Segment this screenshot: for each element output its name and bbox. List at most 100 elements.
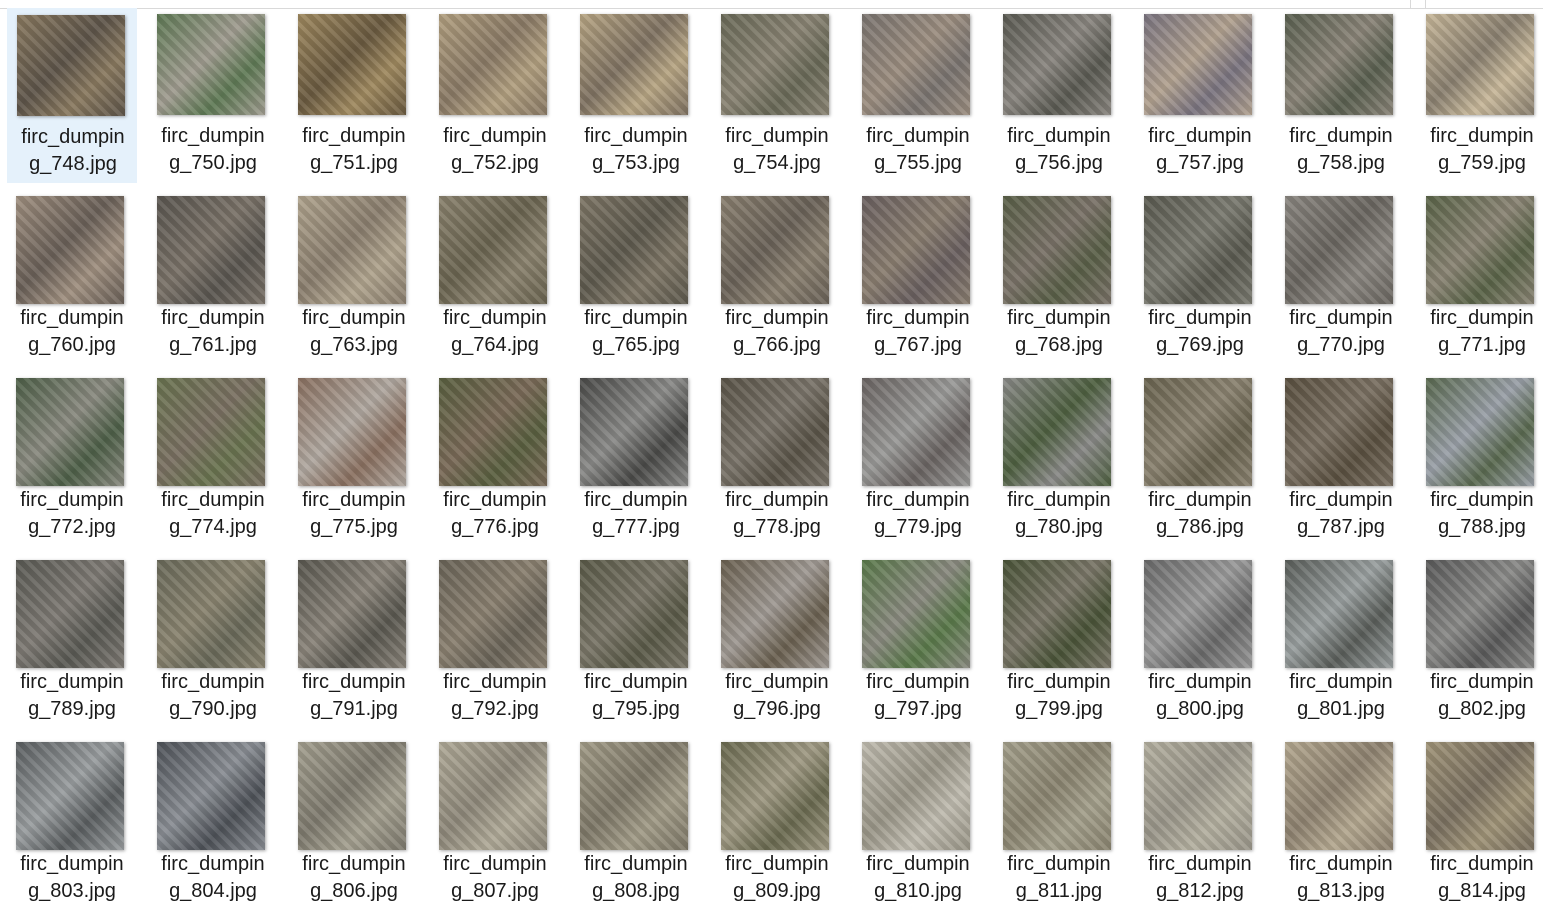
file-item[interactable]: firc_dumpin g_772.jpg bbox=[7, 365, 137, 540]
file-item[interactable]: firc_dumpin g_809.jpg bbox=[712, 729, 842, 904]
file-item[interactable]: firc_dumpin g_753.jpg bbox=[571, 8, 701, 183]
file-item[interactable]: firc_dumpin g_801.jpg bbox=[1276, 547, 1406, 722]
file-item[interactable]: firc_dumpin g_808.jpg bbox=[571, 729, 701, 904]
file-item[interactable]: firc_dumpin g_780.jpg bbox=[994, 365, 1124, 540]
file-item[interactable]: firc_dumpin g_774.jpg bbox=[148, 365, 278, 540]
file-name: firc_dumpin bbox=[1007, 671, 1111, 693]
file-item[interactable]: firc_dumpin g_813.jpg bbox=[1276, 729, 1406, 904]
file-item[interactable]: firc_dumpin g_756.jpg bbox=[994, 8, 1124, 183]
file-name: firc_dumpin bbox=[302, 671, 406, 693]
file-name: g_754.jpg bbox=[733, 152, 821, 174]
image-thumbnail bbox=[157, 742, 265, 850]
file-item[interactable]: firc_dumpin g_811.jpg bbox=[994, 729, 1124, 904]
image-thumbnail bbox=[1426, 196, 1534, 304]
file-item[interactable]: firc_dumpin g_789.jpg bbox=[7, 547, 137, 722]
file-item[interactable]: firc_dumpin g_804.jpg bbox=[148, 729, 278, 904]
file-item[interactable]: firc_dumpin g_792.jpg bbox=[430, 547, 560, 722]
image-thumbnail bbox=[439, 378, 547, 486]
file-item[interactable]: firc_dumpin g_779.jpg bbox=[853, 365, 983, 540]
file-item[interactable]: firc_dumpin g_795.jpg bbox=[571, 547, 701, 722]
file-name: firc_dumpin bbox=[161, 125, 265, 147]
file-item[interactable]: firc_dumpin g_802.jpg bbox=[1417, 547, 1543, 722]
file-item[interactable]: firc_dumpin g_800.jpg bbox=[1135, 547, 1265, 722]
file-item[interactable]: firc_dumpin g_768.jpg bbox=[994, 183, 1124, 358]
file-item[interactable]: firc_dumpin g_786.jpg bbox=[1135, 365, 1265, 540]
image-thumbnail bbox=[580, 742, 688, 850]
file-name: firc_dumpin bbox=[725, 853, 829, 875]
file-item[interactable]: firc_dumpin g_799.jpg bbox=[994, 547, 1124, 722]
file-item[interactable]: firc_dumpin g_769.jpg bbox=[1135, 183, 1265, 358]
file-item[interactable]: firc_dumpin g_765.jpg bbox=[571, 183, 701, 358]
file-name: firc_dumpin bbox=[1430, 307, 1534, 329]
image-thumbnail bbox=[862, 196, 970, 304]
file-name: g_814.jpg bbox=[1438, 880, 1526, 902]
file-item[interactable]: firc_dumpin g_763.jpg bbox=[289, 183, 419, 358]
file-item[interactable]: firc_dumpin g_803.jpg bbox=[7, 729, 137, 904]
divider bbox=[1410, 0, 1411, 8]
file-item[interactable]: firc_dumpin g_767.jpg bbox=[853, 183, 983, 358]
file-name: firc_dumpin bbox=[866, 125, 970, 147]
file-item[interactable]: firc_dumpin g_778.jpg bbox=[712, 365, 842, 540]
file-item[interactable]: firc_dumpin g_770.jpg bbox=[1276, 183, 1406, 358]
file-item[interactable]: firc_dumpin g_755.jpg bbox=[853, 8, 983, 183]
file-item[interactable]: firc_dumpin g_796.jpg bbox=[712, 547, 842, 722]
file-item[interactable]: firc_dumpin g_777.jpg bbox=[571, 365, 701, 540]
file-item[interactable]: firc_dumpin g_760.jpg bbox=[7, 183, 137, 358]
file-item[interactable]: firc_dumpin g_791.jpg bbox=[289, 547, 419, 722]
file-item[interactable]: firc_dumpin g_751.jpg bbox=[289, 8, 419, 183]
file-name: firc_dumpin bbox=[725, 671, 829, 693]
file-item[interactable]: firc_dumpin g_764.jpg bbox=[430, 183, 560, 358]
image-thumbnail bbox=[1285, 14, 1393, 115]
file-item[interactable]: firc_dumpin g_775.jpg bbox=[289, 365, 419, 540]
file-item[interactable]: firc_dumpin g_759.jpg bbox=[1417, 8, 1543, 183]
file-item[interactable]: firc_dumpin g_776.jpg bbox=[430, 365, 560, 540]
file-name: g_804.jpg bbox=[169, 880, 257, 902]
file-name: firc_dumpin bbox=[866, 671, 970, 693]
file-item[interactable]: firc_dumpin g_754.jpg bbox=[712, 8, 842, 183]
file-item[interactable]: firc_dumpin g_748.jpg bbox=[7, 8, 137, 183]
file-name: firc_dumpin bbox=[302, 125, 406, 147]
file-item[interactable]: firc_dumpin g_790.jpg bbox=[148, 547, 278, 722]
file-item[interactable]: firc_dumpin g_788.jpg bbox=[1417, 365, 1543, 540]
file-item[interactable]: firc_dumpin g_812.jpg bbox=[1135, 729, 1265, 904]
file-name: g_778.jpg bbox=[733, 516, 821, 538]
file-name: g_808.jpg bbox=[592, 880, 680, 902]
image-thumbnail bbox=[862, 378, 970, 486]
image-thumbnail bbox=[1003, 742, 1111, 850]
image-thumbnail bbox=[1426, 378, 1534, 486]
file-name: firc_dumpin bbox=[1007, 853, 1111, 875]
file-item[interactable]: firc_dumpin g_757.jpg bbox=[1135, 8, 1265, 183]
file-item[interactable]: firc_dumpin g_761.jpg bbox=[148, 183, 278, 358]
file-item[interactable]: firc_dumpin g_750.jpg bbox=[148, 8, 278, 183]
image-thumbnail bbox=[298, 742, 406, 850]
file-name: g_770.jpg bbox=[1297, 334, 1385, 356]
image-thumbnail bbox=[298, 560, 406, 668]
file-name: firc_dumpin bbox=[443, 489, 547, 511]
image-thumbnail bbox=[439, 14, 547, 115]
file-item[interactable]: firc_dumpin g_758.jpg bbox=[1276, 8, 1406, 183]
file-item[interactable]: firc_dumpin g_752.jpg bbox=[430, 8, 560, 183]
file-name: g_799.jpg bbox=[1015, 698, 1103, 720]
file-name: g_806.jpg bbox=[310, 880, 398, 902]
file-item[interactable]: firc_dumpin g_807.jpg bbox=[430, 729, 560, 904]
file-name: firc_dumpin bbox=[1289, 307, 1393, 329]
file-item[interactable]: firc_dumpin g_797.jpg bbox=[853, 547, 983, 722]
file-name: g_752.jpg bbox=[451, 152, 539, 174]
file-item[interactable]: firc_dumpin g_787.jpg bbox=[1276, 365, 1406, 540]
image-thumbnail bbox=[1426, 560, 1534, 668]
file-item[interactable]: firc_dumpin g_771.jpg bbox=[1417, 183, 1543, 358]
file-name: firc_dumpin bbox=[1289, 853, 1393, 875]
file-item[interactable]: firc_dumpin g_766.jpg bbox=[712, 183, 842, 358]
file-item[interactable]: firc_dumpin g_810.jpg bbox=[853, 729, 983, 904]
file-name: firc_dumpin bbox=[584, 671, 688, 693]
file-name: g_779.jpg bbox=[874, 516, 962, 538]
file-name: firc_dumpin bbox=[584, 489, 688, 511]
file-item[interactable]: firc_dumpin g_814.jpg bbox=[1417, 729, 1543, 904]
file-name: g_765.jpg bbox=[592, 334, 680, 356]
file-name: firc_dumpin bbox=[20, 307, 124, 329]
file-name: firc_dumpin bbox=[1148, 125, 1252, 147]
file-name: firc_dumpin bbox=[1007, 489, 1111, 511]
file-name: g_786.jpg bbox=[1156, 516, 1244, 538]
file-name: g_800.jpg bbox=[1156, 698, 1244, 720]
file-item[interactable]: firc_dumpin g_806.jpg bbox=[289, 729, 419, 904]
